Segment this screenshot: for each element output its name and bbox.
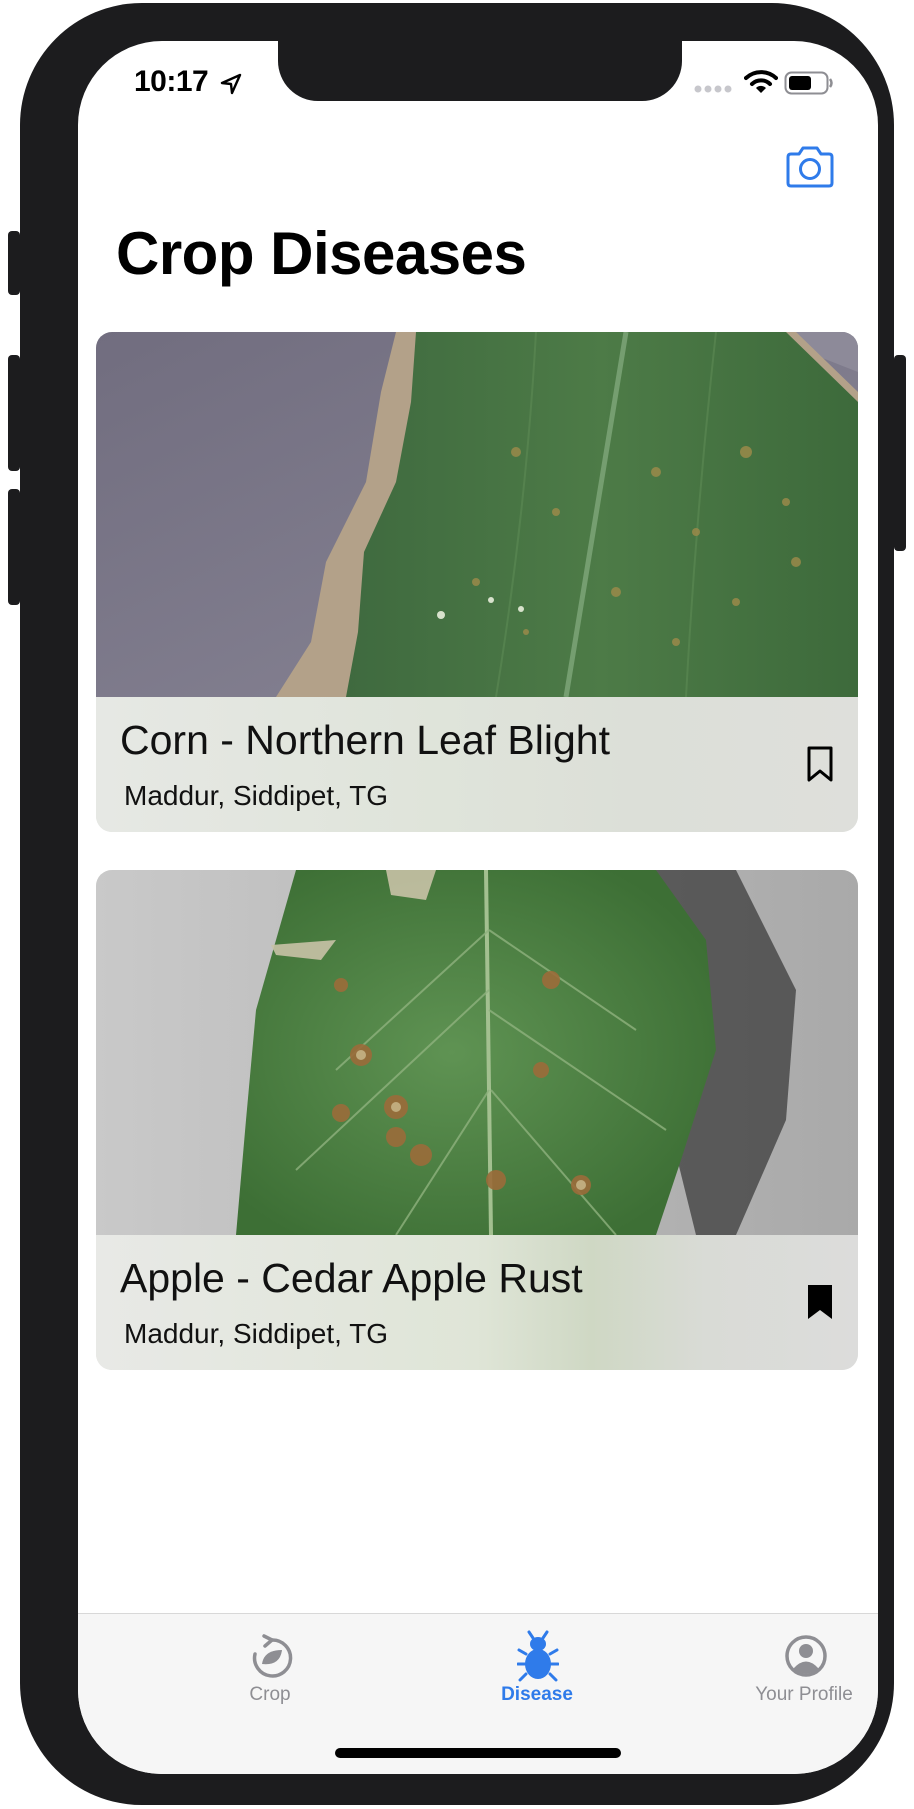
- bug-icon: [517, 1630, 559, 1682]
- disease-card[interactable]: Corn - Northern Leaf Blight Maddur, Sidd…: [96, 332, 858, 832]
- tab-disease[interactable]: Disease: [417, 1614, 657, 1724]
- location-arrow-icon: [220, 73, 242, 95]
- home-indicator[interactable]: [335, 1748, 621, 1758]
- tab-label: Your Profile: [755, 1684, 853, 1705]
- screen: 10:17 Crop Diseases Corn - Northern Leaf…: [78, 41, 878, 1774]
- page-title: Crop Diseases: [116, 220, 527, 287]
- status-time: 10:17: [134, 65, 209, 98]
- bookmark-outline-icon[interactable]: [806, 745, 834, 783]
- device-frame: 10:17 Crop Diseases Corn - Northern Leaf…: [8, 3, 906, 1805]
- card-title: Corn - Northern Leaf Blight: [120, 717, 610, 763]
- tab-label: Disease: [501, 1684, 573, 1705]
- disease-card[interactable]: Apple - Cedar Apple Rust Maddur, Siddipe…: [96, 870, 858, 1370]
- bookmark-filled-icon[interactable]: [806, 1283, 834, 1321]
- corn-leaf-image: [96, 332, 858, 697]
- tab-label: Crop: [249, 1684, 291, 1705]
- card-location: Maddur, Siddipet, TG: [124, 1318, 389, 1349]
- tab-crop[interactable]: Crop: [150, 1614, 390, 1724]
- power-button: [894, 355, 906, 551]
- crop-rotate-icon: [252, 1634, 293, 1678]
- mute-switch: [8, 231, 20, 295]
- apple-leaf-image: [96, 870, 858, 1235]
- battery-icon: [784, 71, 833, 95]
- profile-icon: [785, 1635, 827, 1677]
- volume-up-button: [8, 355, 20, 471]
- cellular-signal-icon: [694, 85, 732, 93]
- card-footer: Corn - Northern Leaf Blight Maddur, Sidd…: [96, 697, 858, 832]
- camera-icon[interactable]: [784, 145, 836, 189]
- card-title: Apple - Cedar Apple Rust: [120, 1255, 583, 1301]
- card-footer: Apple - Cedar Apple Rust Maddur, Siddipe…: [96, 1235, 858, 1370]
- wifi-icon: [744, 70, 778, 93]
- notch: [278, 41, 682, 101]
- tab-your-profile[interactable]: Your Profile: [684, 1614, 878, 1724]
- volume-down-button: [8, 489, 20, 605]
- card-location: Maddur, Siddipet, TG: [124, 780, 389, 811]
